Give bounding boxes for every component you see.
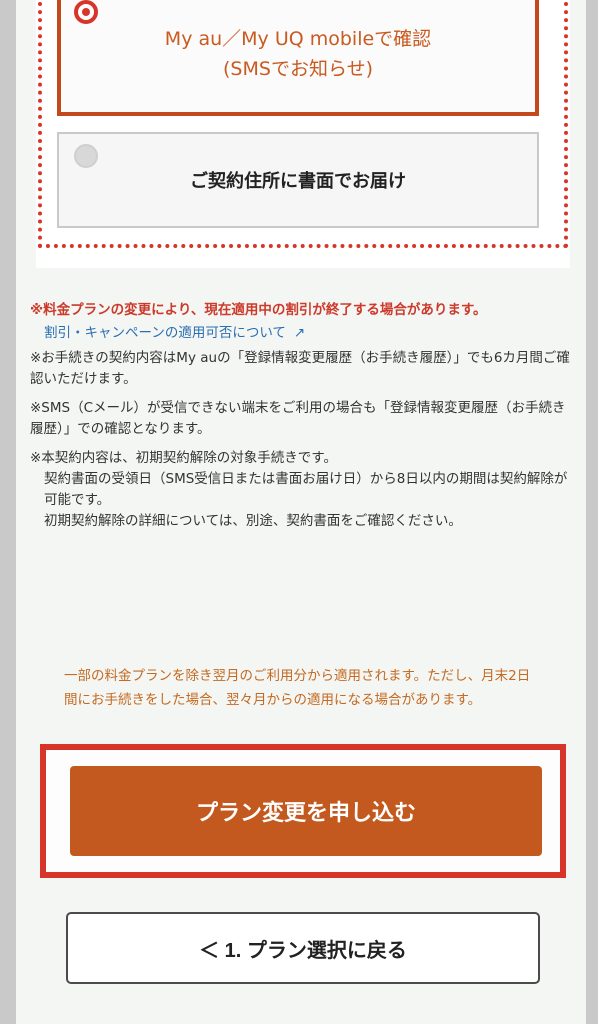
- discount-campaign-link[interactable]: 割引・キャンペーンの適用可否について ↗: [30, 323, 570, 344]
- sms-option-radio-selected[interactable]: [74, 0, 98, 24]
- application-timing-note: 一部の料金プランを除き翌月のご利用分から適用されます。ただし、月末2日間にお手続…: [64, 668, 531, 708]
- sms-option-line1: My au／My UQ mobileで確認: [164, 28, 432, 50]
- notes-section: ※料金プランの変更により、現在適用中の割引が終了する場合があります。 割引・キャ…: [30, 300, 570, 540]
- mail-option-radio[interactable]: [74, 144, 98, 168]
- back-to-plan-selection-button[interactable]: ＜ 1. プラン選択に戻る: [66, 912, 540, 984]
- note-cancellation-details: 初期契約解除の詳細については、別途、契約書面をご確認ください。: [44, 513, 462, 529]
- note-history: ※お手続きの契約内容はMy auの「登録情報変更履歴（お手続き履歴）」でも6カ月…: [30, 350, 570, 387]
- discount-warning: ※料金プランの変更により、現在適用中の割引が終了する場合があります。: [30, 302, 487, 318]
- discount-campaign-link-label: 割引・キャンペーンの適用可否について: [44, 325, 286, 341]
- mail-option-label: ご契約住所に書面でお届け: [190, 171, 406, 192]
- mail-delivery-option[interactable]: ご契約住所に書面でお届け: [57, 132, 539, 228]
- note-cancellation-period: 契約書面の受領日（SMS受信日または書面お届け日）から8日以内の期間は契約解除が…: [44, 471, 568, 508]
- apply-button-highlight: プラン変更を申し込む: [40, 744, 566, 878]
- sms-option-line2: (SMSでお知らせ): [223, 58, 373, 80]
- external-link-icon: ↗: [293, 325, 306, 341]
- apply-plan-change-button[interactable]: プラン変更を申し込む: [70, 766, 542, 856]
- note-cancellation: ※本契約内容は、初期契約解除の対象手続きです。 契約書面の受領日（SMS受信日ま…: [30, 448, 570, 532]
- sms-notification-option[interactable]: My au／My UQ mobileで確認 (SMSでお知らせ): [57, 0, 539, 116]
- note-cancellation-title: ※本契約内容は、初期契約解除の対象手続きです。: [30, 450, 337, 466]
- note-sms-unavailable: ※SMS（Cメール）が受信できない端末をご利用の場合も「登録情報変更履歴（お手続…: [30, 400, 566, 437]
